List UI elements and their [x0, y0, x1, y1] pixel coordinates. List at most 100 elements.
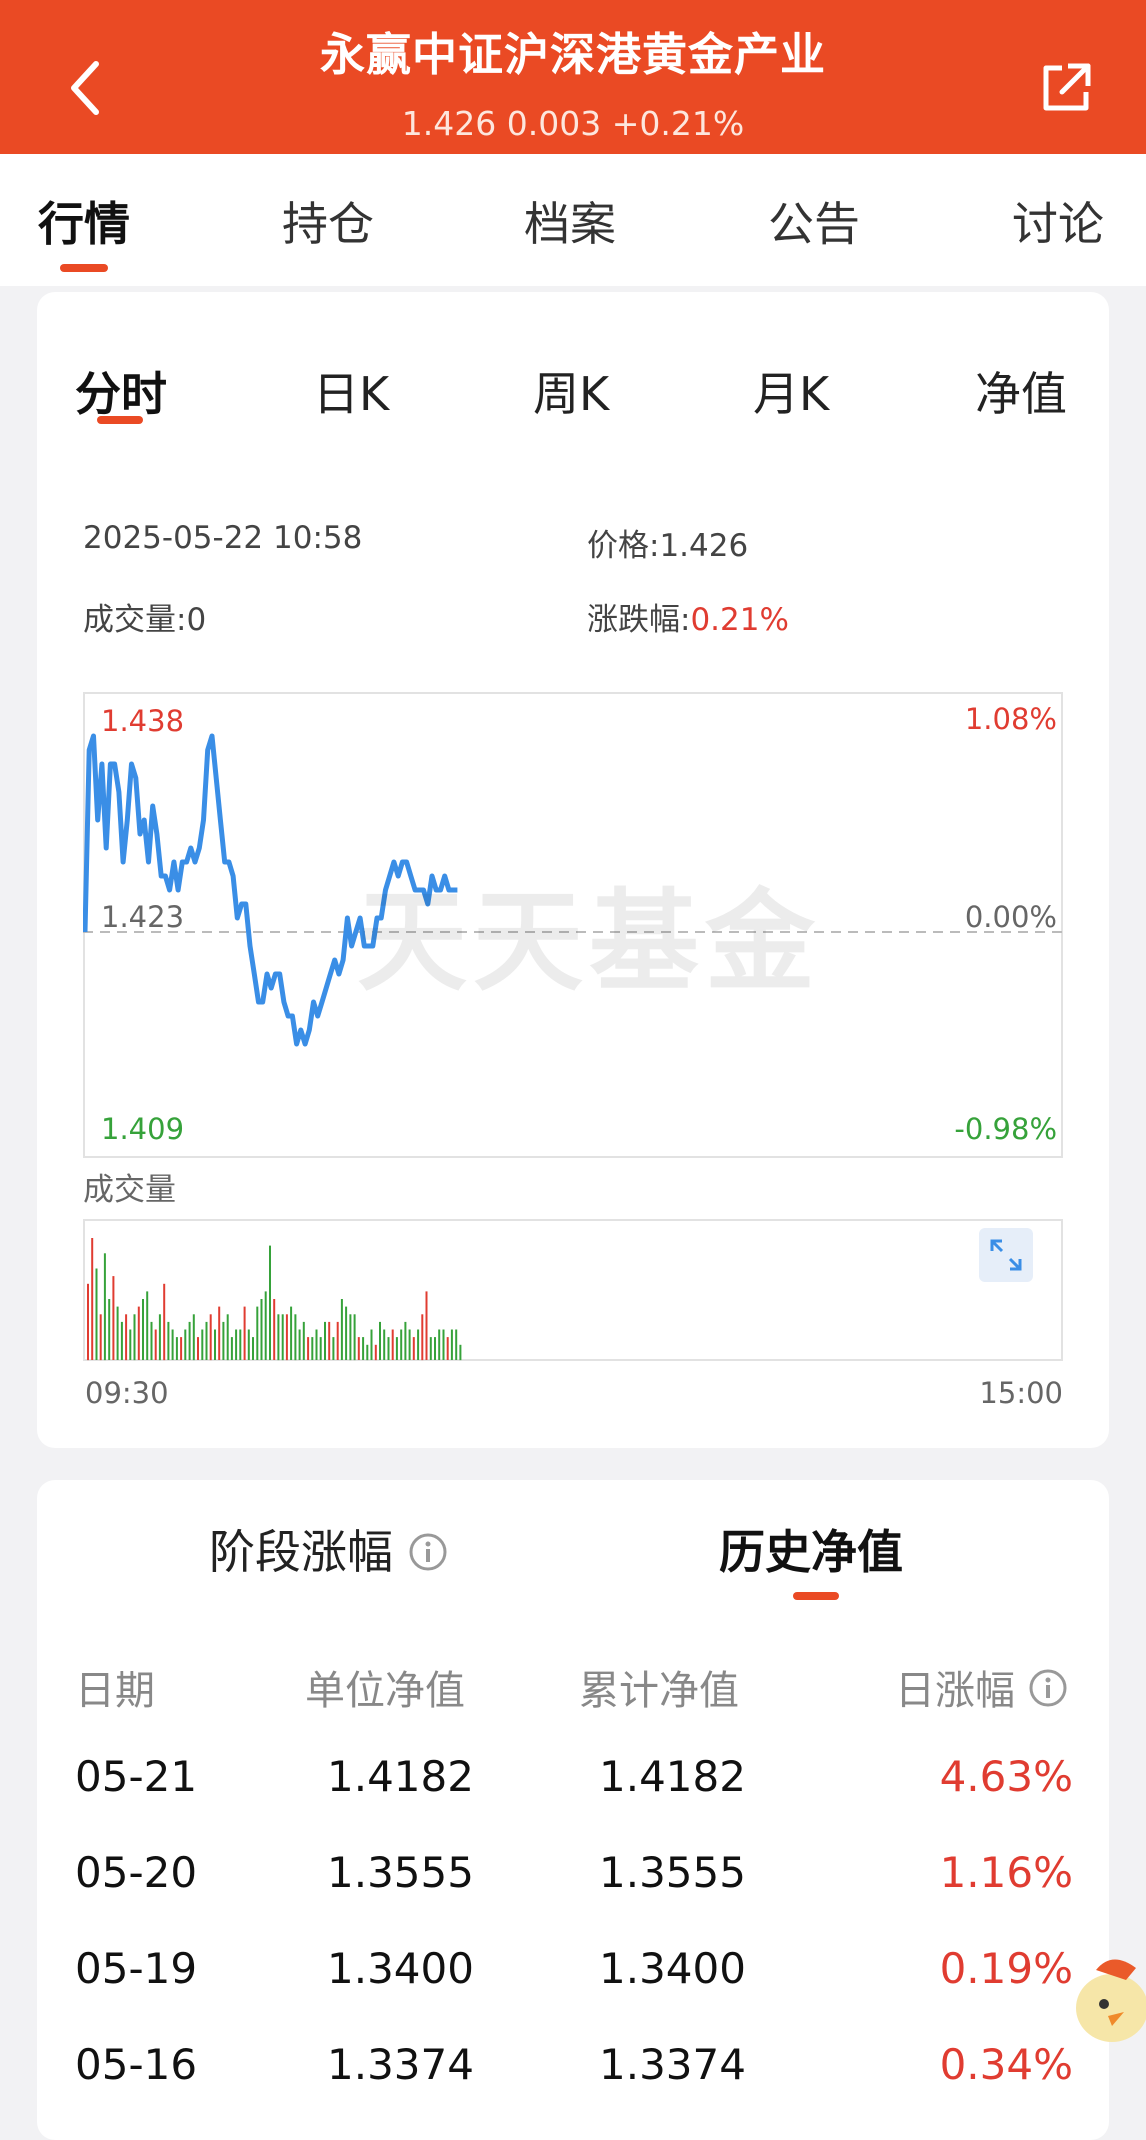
volume-bar — [103, 1253, 106, 1361]
change-label: 涨跌幅: — [587, 602, 691, 638]
volume-bar — [438, 1329, 441, 1360]
volume-bar — [459, 1344, 462, 1361]
mascot-assistant[interactable] — [1066, 1950, 1146, 2050]
volume-bar — [158, 1314, 161, 1361]
share-icon — [1043, 63, 1091, 111]
info-icon — [1029, 1669, 1067, 1707]
volume-bar — [116, 1306, 119, 1360]
volume-bar — [129, 1329, 132, 1360]
fund-title: 永赢中证沪深港黄金产业 — [319, 28, 826, 81]
volume-bar — [319, 1337, 322, 1360]
volume-bar — [252, 1337, 254, 1360]
volume-bar — [188, 1321, 191, 1360]
volume-bar — [434, 1337, 436, 1360]
volume-bar — [357, 1337, 360, 1360]
x-start-label: 09:30 — [85, 1376, 169, 1410]
volume-bar — [370, 1329, 373, 1360]
volume-bar — [336, 1321, 339, 1360]
volume-bar — [302, 1321, 305, 1360]
main-tab-bar: 行情 持仓 档案 公告 讨论 — [0, 154, 1146, 286]
chart-tab-indicator — [97, 416, 143, 424]
y-min-label: 1.409 — [101, 1112, 185, 1146]
volume-bar — [192, 1314, 195, 1361]
tab-discussion[interactable]: 讨论 — [1012, 188, 1104, 254]
expand-chart-button[interactable] — [979, 1228, 1033, 1282]
tab-announcements[interactable]: 公告 — [768, 188, 860, 254]
volume-bar — [133, 1314, 136, 1361]
volume-bar — [95, 1268, 98, 1360]
quote-volume: 成交量:0 — [83, 594, 206, 639]
pct-mid-label: 0.00% — [964, 900, 1057, 934]
volume-bar — [442, 1329, 445, 1360]
tab-profile[interactable]: 档案 — [524, 188, 616, 254]
volume-bar — [374, 1344, 377, 1361]
price-label: 价格: — [587, 528, 660, 564]
volume-bar — [247, 1329, 250, 1360]
volume-bar — [290, 1306, 293, 1360]
row-unit-nav: 1.3555 — [327, 1848, 474, 1897]
volume-bar — [366, 1344, 369, 1361]
row-daily-change: 1.16% — [939, 1848, 1073, 1897]
volume-bar — [311, 1337, 314, 1360]
volume-bar — [260, 1299, 263, 1360]
col-daily-change[interactable]: 日涨幅 — [895, 1658, 1068, 1716]
row-unit-nav: 1.4182 — [327, 1752, 474, 1801]
volume-bar — [87, 1283, 89, 1361]
share-button[interactable] — [1026, 48, 1106, 128]
volume-bar — [209, 1314, 212, 1361]
tab-daily-k[interactable]: 日K — [313, 358, 389, 424]
row-date: 05-21 — [75, 1752, 198, 1801]
tab-weekly-k[interactable]: 周K — [533, 358, 609, 424]
col-date: 日期 — [75, 1668, 155, 1714]
mascot-icon — [1076, 1959, 1146, 2042]
volume-bar — [307, 1337, 310, 1360]
volume-bar — [285, 1314, 288, 1361]
volume-bar — [218, 1306, 221, 1360]
volume-bar — [294, 1314, 297, 1361]
volume-bar — [197, 1337, 199, 1360]
info-icon — [409, 1533, 447, 1571]
col-unit-nav: 单位净值 — [305, 1668, 465, 1714]
volume-bar — [91, 1238, 94, 1360]
volume-bar — [201, 1329, 204, 1360]
volume-bar — [226, 1314, 229, 1361]
volume-bar — [425, 1291, 428, 1360]
volume-bar — [349, 1314, 352, 1361]
volume-bar — [256, 1306, 259, 1360]
row-unit-nav: 1.3374 — [327, 2040, 474, 2089]
quote-change: 涨跌幅:0.21% — [587, 594, 789, 639]
chart-card: 分时 日K 周K 月K 净值 2025-05-22 10:58 价格:1.426… — [37, 292, 1109, 1448]
row-acc-nav: 1.4182 — [599, 1752, 746, 1801]
row-daily-change: 0.19% — [939, 1944, 1073, 1993]
volume-bar — [171, 1329, 174, 1360]
volume-bar — [243, 1306, 246, 1360]
volume-bar — [112, 1276, 115, 1360]
tab-market[interactable]: 行情 — [38, 188, 130, 254]
volume-bar — [230, 1337, 233, 1360]
volume-frame — [83, 1219, 1063, 1361]
volume-bar — [142, 1299, 144, 1360]
tab-segment-return[interactable]: 阶段涨幅 — [209, 1516, 448, 1582]
volume-bar — [108, 1299, 111, 1360]
daily-change-label: 日涨幅 — [895, 1668, 1015, 1714]
row-daily-change: 0.34% — [939, 2040, 1073, 2089]
row-date: 05-19 — [75, 1944, 198, 1993]
tab-holdings[interactable]: 持仓 — [282, 188, 374, 254]
history-card: 阶段涨幅 历史净值 日期 单位净值 累计净值 日涨幅 05-21 1.4182 … — [37, 1480, 1109, 2140]
volume-bar — [281, 1314, 284, 1361]
volume-bar — [146, 1291, 149, 1360]
volume-bar — [315, 1329, 318, 1360]
volume-bar — [412, 1337, 415, 1360]
tab-nav[interactable]: 净值 — [975, 358, 1067, 424]
pct-min-label: -0.98% — [954, 1112, 1057, 1146]
expand-icon — [990, 1239, 1022, 1271]
volume-bar — [235, 1329, 238, 1360]
volume-bar — [446, 1337, 449, 1360]
row-acc-nav: 1.3400 — [599, 1944, 746, 1993]
volume-bar — [455, 1329, 458, 1360]
tab-monthly-k[interactable]: 月K — [753, 358, 829, 424]
tab-intraday[interactable]: 分时 — [75, 358, 167, 424]
row-date: 05-16 — [75, 2040, 198, 2089]
volume-bar — [417, 1329, 420, 1360]
tab-history-nav[interactable]: 历史净值 — [719, 1516, 903, 1582]
